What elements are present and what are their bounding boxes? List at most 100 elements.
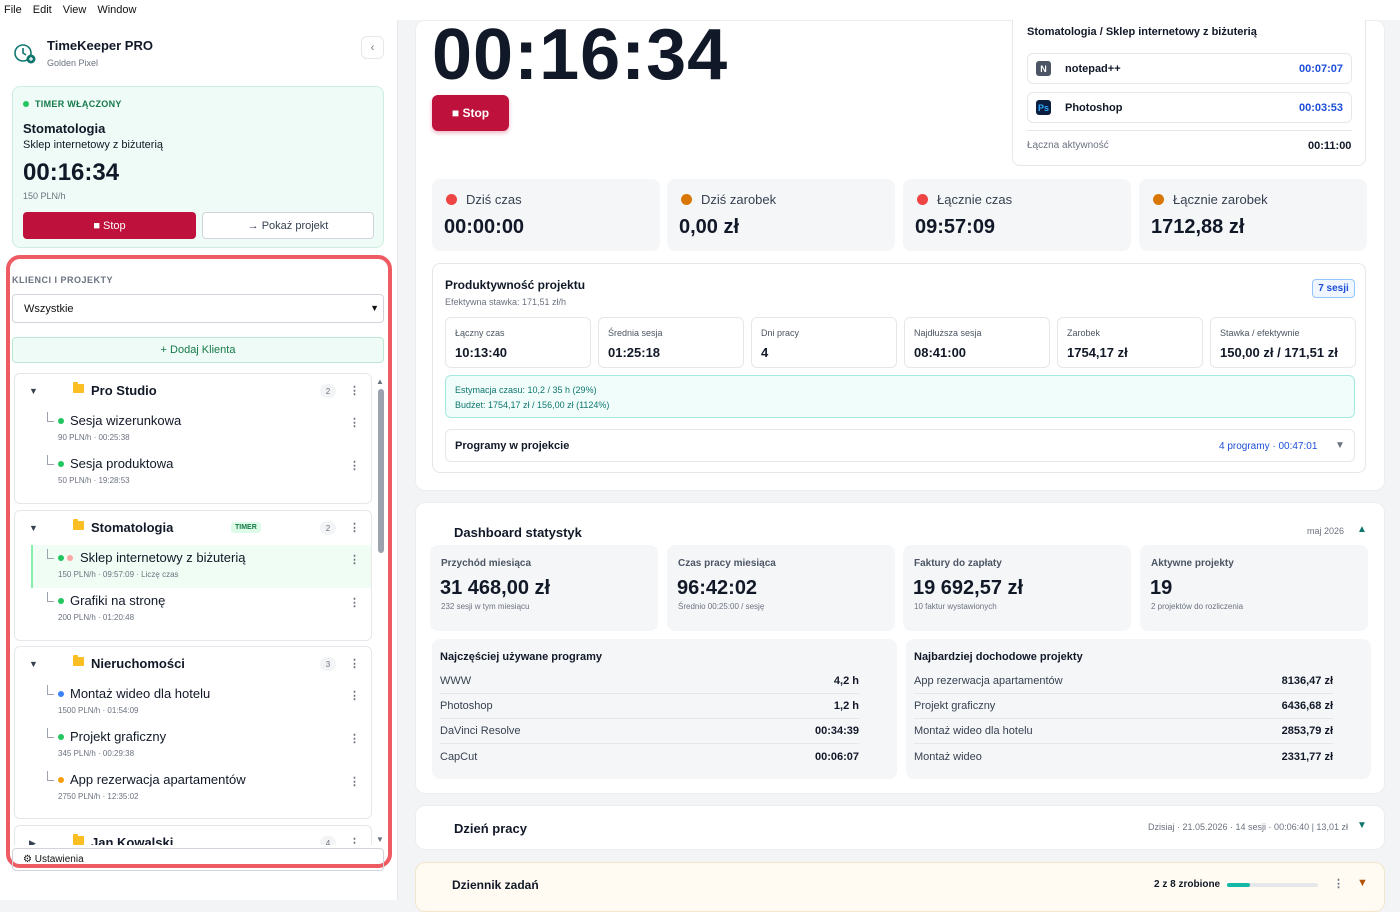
client-header[interactable]: ▶ Jan Kowalski 4 ⋮ [15, 826, 371, 845]
kpi-label: Faktury do zapłaty [914, 558, 1002, 569]
programs-label: Programy w projekcie [455, 440, 570, 452]
more-vertical-icon[interactable]: ⋮ [349, 553, 360, 566]
kpi-sub: 232 sesji w tym miesiącu [441, 602, 530, 611]
caret-down-icon[interactable]: ▼ [29, 659, 38, 669]
chevron-up-icon[interactable]: ▲ [1357, 524, 1367, 535]
workday-section[interactable]: Dzień pracy Dzisiaj · 21.05.2026 · 14 se… [415, 805, 1385, 850]
client-name: Nieruchomości [91, 656, 185, 671]
status-dot-icon [58, 777, 64, 783]
metric-card: Dni pracy 4 [751, 317, 897, 368]
programs-accordion[interactable]: Programy w projekcie 4 programy · 00:47:… [445, 429, 1355, 462]
kpi-sub: Średnio 00:25:00 / sesję [678, 602, 765, 611]
client-header[interactable]: ▼ Stomatologia TIMER 2 ⋮ [15, 511, 371, 545]
caret-down-icon[interactable]: ▼ [29, 523, 38, 533]
project-item[interactable]: App rezerwacja apartamentów 2750 PLN/h ·… [15, 767, 371, 810]
show-project-button[interactable]: → Pokaż projekt [202, 212, 374, 239]
collapse-sidebar-button[interactable]: ‹ [361, 36, 384, 59]
stat-value: 09:57:09 [915, 216, 996, 238]
project-item[interactable]: Projekt graficzny 345 PLN/h · 00:29:38 ⋮ [15, 724, 371, 767]
scroll-thumb[interactable] [378, 389, 384, 553]
project-item[interactable]: Sesja wizerunkowa 90 PLN/h · 00:25:38 ⋮ [15, 408, 371, 451]
activity-title: Stomatologia / Sklep internetowy z biżut… [1027, 26, 1257, 38]
more-vertical-icon[interactable]: ⋮ [349, 384, 360, 397]
metric-card: Łączny czas 10:13:40 [445, 317, 591, 368]
main-stop-button[interactable]: ■ Stop [432, 95, 509, 131]
client-filter-select[interactable]: Wszystkie ▼ [12, 294, 384, 323]
metric-label: Najdłuższa sesja [914, 328, 982, 338]
project-item[interactable]: Sesja produktowa 50 PLN/h · 19:28:53 ⋮ [15, 451, 371, 494]
project-count-badge: 3 [320, 657, 336, 671]
project-name: Grafiki na stronę [70, 593, 166, 608]
client-header[interactable]: ▼ Nieruchomości 3 ⋮ [15, 647, 371, 681]
caret-right-icon[interactable]: ▶ [29, 838, 36, 845]
productivity-subtitle: Efektywna stawka: 171,51 zł/h [445, 297, 567, 307]
menu-window[interactable]: Window [97, 4, 136, 16]
status-dot-icon [58, 691, 64, 697]
more-vertical-icon[interactable]: ⋮ [349, 657, 360, 670]
stat-value: 1712,88 zł [1151, 216, 1245, 238]
project-count-badge: 2 [320, 384, 336, 398]
total-activity-label: Łączna aktywność [1027, 140, 1109, 151]
more-vertical-icon[interactable]: ⋮ [1333, 877, 1344, 890]
project-item-active[interactable]: Sklep internetowy z biżuterią 150 PLN/h … [31, 545, 371, 588]
metric-card: Średnia sesja 01:25:18 [598, 317, 744, 368]
kpi-label: Aktywne projekty [1151, 558, 1234, 569]
chevron-down-icon[interactable]: ▼ [1335, 440, 1345, 451]
status-dot-icon [58, 461, 64, 467]
metric-card: Najdłuższa sesja 08:41:00 [904, 317, 1050, 368]
money-bag-icon [1153, 194, 1164, 205]
more-vertical-icon[interactable]: ⋮ [349, 775, 360, 788]
tree-branch [47, 728, 54, 738]
clients-projects-panel: KLIENCI I PROJEKTY Wszystkie ▼ + Dodaj K… [6, 255, 392, 868]
menu-view[interactable]: View [63, 4, 87, 16]
more-vertical-icon[interactable]: ⋮ [349, 689, 360, 702]
caret-down-icon[interactable]: ▼ [29, 386, 38, 396]
more-vertical-icon[interactable]: ⋮ [349, 521, 360, 534]
stat-label: Dziś czas [466, 192, 522, 207]
notepad-plus-plus-icon: N [1036, 61, 1051, 76]
settings-button[interactable]: ⚙ Ustawienia [12, 848, 384, 871]
task-log-section[interactable]: Dziennik zadań 2 z 8 zrobione ⋮ ▼ [415, 862, 1385, 912]
budget-estimate: Budżet: 1754,17 zł / 156,00 zł (1124%) [455, 400, 610, 410]
kpi-label: Czas pracy miesiąca [678, 558, 776, 569]
menu-file[interactable]: File [4, 4, 22, 16]
client-header[interactable]: ▼ Pro Studio 2 ⋮ [15, 374, 371, 408]
more-vertical-icon[interactable]: ⋮ [349, 596, 360, 609]
more-vertical-icon[interactable]: ⋮ [349, 836, 360, 845]
scroll-up-icon[interactable]: ▲ [376, 377, 384, 386]
app-name: notepad++ [1065, 62, 1121, 75]
list-title: Najbardziej dochodowe projekty [914, 651, 1083, 663]
project-item[interactable]: Montaż wideo dla hotelu 1500 PLN/h · 01:… [15, 681, 371, 724]
more-vertical-icon[interactable]: ⋮ [349, 416, 360, 429]
menu-edit[interactable]: Edit [33, 4, 52, 16]
stat-card: Dziś zarobek 0,00 zł [667, 179, 895, 251]
kpi-card: Faktury do zapłaty 19 692,57 zł 10 faktur … [903, 545, 1131, 631]
list-row: WWW 4,2 h [440, 669, 859, 694]
stop-button[interactable]: ■ Stop [23, 212, 196, 239]
kpi-card: Aktywne projekty 19 2 projektów do rozlicz… [1140, 545, 1368, 631]
more-vertical-icon[interactable]: ⋮ [349, 459, 360, 472]
metric-value: 1754,17 zł [1067, 345, 1128, 360]
metric-label: Średnia sesja [608, 328, 663, 338]
task-progress-fill [1227, 883, 1250, 887]
kpi-sub: 10 faktur wystawionych [914, 602, 997, 611]
list-title: Najczęściej używane programy [440, 651, 603, 663]
sessions-badge[interactable]: 7 sesji [1312, 279, 1355, 298]
project-name: Projekt graficzny [70, 729, 167, 744]
project-item[interactable]: Grafiki na stronę 200 PLN/h · 01:20:48 ⋮ [15, 588, 371, 631]
chevron-down-icon[interactable]: ▼ [1357, 877, 1368, 889]
dashboard-title: Dashboard statystyk [454, 525, 582, 540]
app-name: Photoshop [1065, 101, 1123, 114]
project-name: App rezerwacja apartamentów [70, 772, 246, 787]
scroll-down-icon[interactable]: ▼ [376, 835, 384, 844]
status-dot-icon [58, 734, 64, 740]
more-vertical-icon[interactable]: ⋮ [349, 732, 360, 745]
workday-title: Dzień pracy [454, 821, 527, 836]
add-client-button[interactable]: + Dodaj Klienta [12, 337, 384, 363]
list-row: Montaż wideo 2331,77 zł [914, 750, 1333, 763]
timer-project: Sklep internetowy z biżuterią [23, 139, 164, 151]
metric-label: Zarobek [1067, 328, 1101, 338]
tree-branch [47, 455, 54, 465]
scrollbar[interactable]: ▲ ▼ [376, 373, 386, 845]
chevron-down-icon[interactable]: ▼ [1357, 820, 1367, 831]
